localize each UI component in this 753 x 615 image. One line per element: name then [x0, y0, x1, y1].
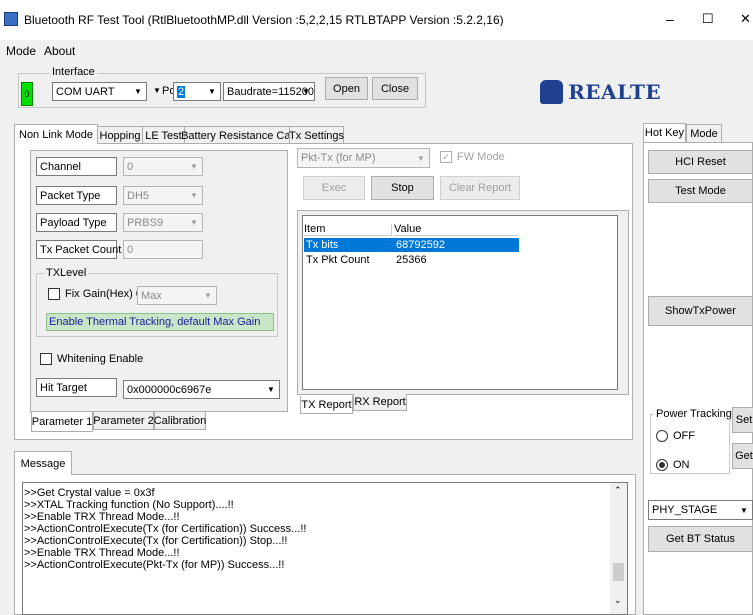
exec-button[interactable]: Exec	[303, 176, 365, 200]
chevron-down-icon: ▼	[190, 191, 198, 200]
port-dropdown-arrow: ▼	[153, 87, 161, 95]
scroll-down-icon[interactable]: ⌄	[614, 595, 622, 606]
stage-select[interactable]: PHY_STAGE ▼	[648, 500, 753, 520]
chevron-down-icon: ▼	[204, 291, 212, 300]
tab-battery-resistance-cal[interactable]: Battery Resistance Cal	[181, 126, 293, 144]
baudrate-select[interactable]: Baudrate=115200 ▼	[223, 82, 315, 101]
get-button[interactable]: Get	[732, 443, 753, 469]
log-line: >>ActionControlExecute(Tx (for Certifica…	[24, 536, 288, 547]
clear-report-button[interactable]: Clear Report	[440, 176, 520, 200]
chevron-down-icon: ▼	[740, 505, 748, 515]
table-row[interactable]: Tx bits 68792592	[304, 238, 519, 252]
scrollbar-thumb[interactable]	[613, 563, 624, 581]
chevron-down-icon: ▼	[302, 87, 310, 96]
cell-item: Tx bits	[306, 240, 339, 251]
minimize-button[interactable]: –	[666, 12, 674, 26]
table-row[interactable]: Tx Pkt Count 25366	[304, 253, 519, 267]
menu-about[interactable]: About	[44, 45, 75, 57]
status-led: 0	[21, 82, 33, 106]
checkbox-icon	[40, 353, 52, 365]
tab-calibration[interactable]: Calibration	[154, 412, 206, 430]
fw-mode-checkbox[interactable]: ✓ FW Mode	[440, 151, 505, 163]
channel-label: Channel	[36, 157, 117, 176]
fix-gain-select[interactable]: Max ▼	[137, 286, 217, 305]
message-scrollbar[interactable]: ⌃ ⌄	[610, 483, 627, 614]
fix-gain-checkbox[interactable]: Fix Gain(Hex) 0x	[48, 288, 148, 300]
log-line: >>Get Crystal value = 0x3f	[24, 488, 155, 499]
whitening-enable-checkbox[interactable]: Whitening Enable	[40, 353, 143, 365]
set-button[interactable]: Set	[732, 407, 753, 433]
test-mode-select[interactable]: Pkt-Tx (for MP) ▼	[297, 148, 430, 168]
tab-parameter-1[interactable]: Parameter 1	[31, 412, 93, 432]
hit-target-label: Hit Target	[36, 378, 117, 397]
tab-hot-key[interactable]: Hot Key	[643, 123, 686, 142]
payload-type-label: Payload Type	[36, 213, 117, 232]
hit-target-select[interactable]: 0x000000c6967e ▼	[123, 380, 280, 399]
port-select[interactable]: 2 ▼	[173, 82, 221, 101]
cell-value: 25366	[396, 255, 427, 266]
tab-hopping[interactable]: Hopping	[97, 126, 143, 144]
column-header-item: Item	[304, 224, 392, 236]
checkbox-icon: ✓	[440, 151, 452, 163]
stop-button[interactable]: Stop	[371, 176, 434, 200]
chevron-down-icon: ▼	[190, 218, 198, 227]
log-line: >>ActionControlExecute(Tx (for Certifica…	[24, 524, 307, 535]
thermal-tracking-banner: Enable Thermal Tracking, default Max Gai…	[46, 313, 274, 331]
get-bt-status-button[interactable]: Get BT Status	[648, 526, 753, 552]
chevron-down-icon: ▼	[417, 153, 425, 163]
power-tracking-off-radio[interactable]: OFF	[656, 430, 695, 442]
cell-value: 68792592	[396, 240, 445, 251]
hci-reset-button[interactable]: HCI Reset	[648, 150, 753, 174]
tab-message[interactable]: Message	[14, 451, 72, 475]
scroll-up-icon[interactable]: ⌃	[614, 485, 622, 496]
tx-packet-count-label: Tx Packet Count	[36, 240, 121, 259]
connection-select[interactable]: COM UART ▼	[52, 82, 147, 101]
app-icon	[4, 12, 18, 26]
realtek-crab-icon	[540, 80, 564, 104]
chevron-down-icon: ▼	[208, 87, 216, 96]
realtek-logo: REALTEK	[540, 78, 660, 106]
checkbox-icon	[48, 288, 60, 300]
log-line: >>ActionControlExecute(Pkt-Tx (for MP)) …	[24, 560, 285, 571]
log-line: >>XTAL Tracking function (No Support)...…	[24, 500, 234, 511]
maximize-button[interactable]: ☐	[702, 12, 714, 25]
test-mode-button[interactable]: Test Mode	[648, 179, 753, 203]
show-tx-power-button[interactable]: ShowTxPower	[648, 296, 753, 326]
close-button[interactable]: Close	[372, 77, 418, 100]
log-line: >>Enable TRX Thread Mode...!!	[24, 512, 180, 523]
report-table: Item Value Tx bits 68792592 Tx Pkt Count…	[302, 215, 618, 390]
message-log[interactable]: >>Get Crystal value = 0x3f >>XTAL Tracki…	[22, 482, 628, 615]
interface-title: Interface	[50, 66, 97, 78]
close-window-button[interactable]: ✕	[740, 12, 751, 25]
tab-non-link-mode[interactable]: Non Link Mode	[14, 124, 98, 144]
tab-parameter-2[interactable]: Parameter 2	[93, 412, 154, 430]
txlevel-title: TXLevel	[44, 267, 89, 279]
packet-type-select[interactable]: DH5 ▼	[123, 186, 203, 205]
cell-item: Tx Pkt Count	[306, 255, 370, 266]
payload-type-select[interactable]: PRBS9 ▼	[123, 213, 203, 232]
chevron-down-icon: ▼	[134, 87, 142, 96]
log-line: >>Enable TRX Thread Mode...!!	[24, 548, 180, 559]
chevron-down-icon: ▼	[267, 385, 275, 394]
radio-icon	[656, 430, 668, 442]
chevron-down-icon: ▼	[190, 162, 198, 171]
menu-mode[interactable]: Mode	[6, 45, 36, 57]
tab-tx-report[interactable]: TX Report	[300, 396, 353, 414]
tab-mode[interactable]: Mode	[686, 124, 722, 142]
tab-le-test[interactable]: LE Test	[142, 126, 185, 144]
window-title: Bluetooth RF Test Tool (RtlBluetoothMP.d…	[24, 14, 504, 26]
power-tracking-on-radio[interactable]: ON	[656, 459, 690, 471]
channel-select[interactable]: 0 ▼	[123, 157, 203, 176]
tx-packet-count-input[interactable]: 0	[123, 240, 203, 259]
radio-icon	[656, 459, 668, 471]
power-tracking-title: Power Tracking	[654, 408, 734, 420]
open-button[interactable]: Open	[325, 77, 368, 100]
packet-type-label: Packet Type	[36, 186, 117, 205]
tab-tx-settings[interactable]: Tx Settings	[289, 126, 344, 144]
column-header-value: Value	[394, 224, 518, 236]
title-bar: Bluetooth RF Test Tool (RtlBluetoothMP.d…	[0, 0, 753, 40]
tab-rx-report[interactable]: RX Report	[353, 394, 407, 411]
